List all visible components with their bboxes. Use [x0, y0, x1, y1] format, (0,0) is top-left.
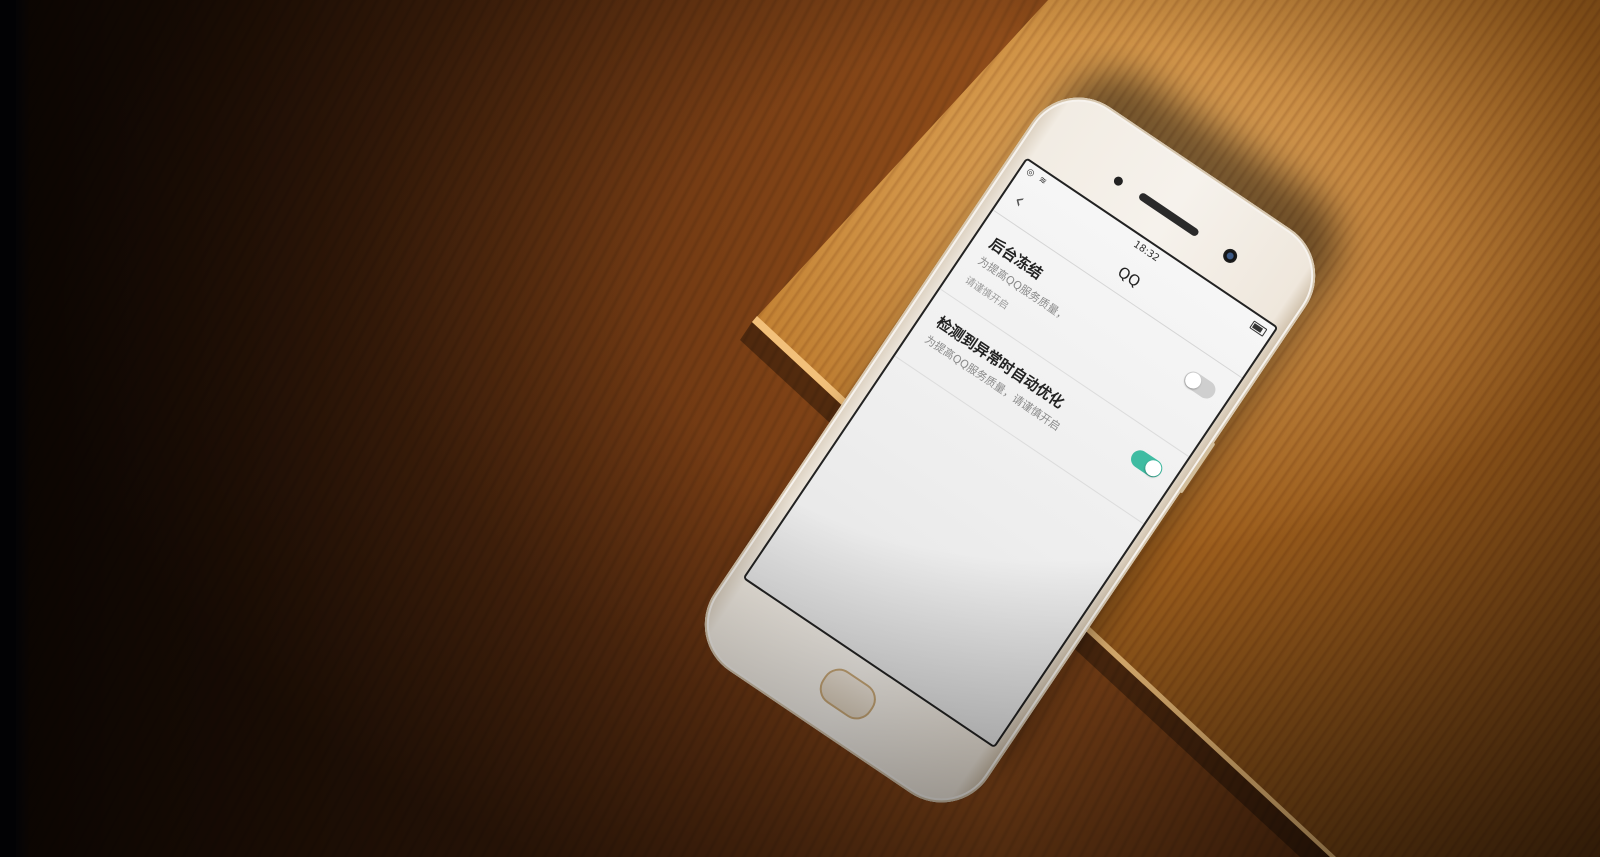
photo-scene: ◎ ≋ 18:32 ‹ QQ 后台冻结 为提高QQ服务质量， 请谨慎开启 检测到… — [0, 0, 1600, 857]
toggle-knob — [1142, 457, 1165, 480]
dark-edge — [0, 0, 16, 857]
auto-optimize-toggle[interactable] — [1127, 446, 1166, 481]
toggle-knob — [1182, 369, 1205, 392]
earpiece-speaker — [1137, 191, 1201, 238]
front-camera-icon — [1220, 246, 1240, 266]
proximity-sensor — [1112, 174, 1125, 188]
background-freeze-toggle[interactable] — [1180, 368, 1219, 402]
home-button[interactable] — [813, 662, 883, 726]
